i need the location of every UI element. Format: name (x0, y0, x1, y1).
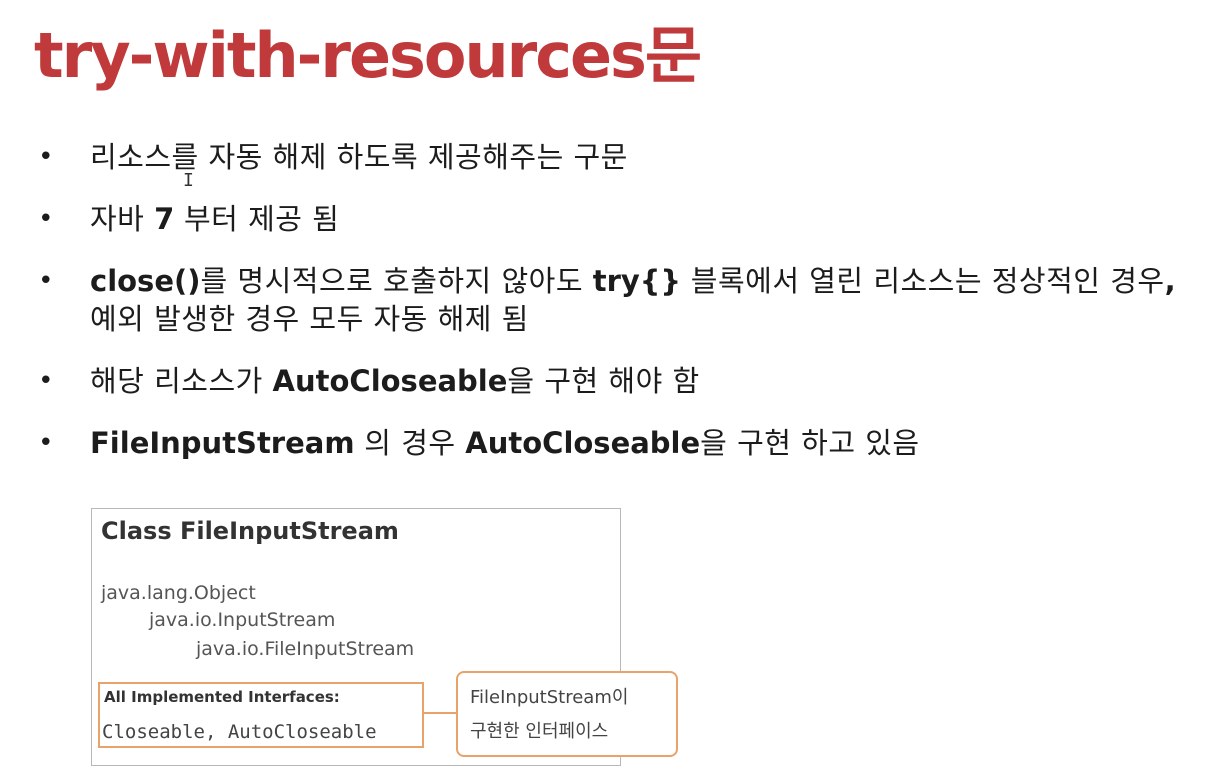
callout-line-2: 구현한 인터페이스 (470, 721, 609, 742)
bullet-item-1: • 리소스를 자동 해제 하도록 제공해주는 구문 (36, 138, 1196, 176)
class-heading: Class FileInputStream (101, 517, 399, 545)
bullet-dot: • (38, 428, 54, 458)
hierarchy-level-1: java.lang.Object (101, 582, 256, 604)
bullet-bold-text: close() (90, 264, 201, 298)
callout-connector (424, 712, 456, 714)
bullet-text: 해당 리소스가 (90, 364, 273, 398)
bullet-dot: • (38, 366, 54, 396)
bullet-bold-text: AutoCloseable (465, 426, 701, 460)
bullet-text: 를 명시적으로 호출하지 않아도 (200, 264, 593, 298)
bullet-text: 자바 (90, 202, 155, 236)
hierarchy-level-3: java.io.FileInputStream (196, 638, 415, 660)
bullet-text: 을 구현 해야 함 (507, 364, 700, 398)
bullet-bold-text: FileInputStream (90, 426, 355, 460)
interfaces-value: Closeable, AutoCloseable (102, 721, 377, 743)
slide-title: try-with-resources문 (34, 19, 702, 92)
bullet-bold-text: AutoCloseable (272, 364, 508, 398)
bullet-bold-text: , (1164, 264, 1176, 298)
bullet-text: 예외 발생한 경우 모두 자동 해제 됨 (90, 302, 529, 336)
bullet-item-4: • 해당 리소스가 AutoCloseable을 구현 해야 함 (36, 362, 1196, 400)
callout-line-1: FileInputStream이 (470, 687, 629, 708)
bullet-text: 을 구현 하고 있음 (700, 426, 920, 460)
bullet-dot: • (38, 142, 54, 172)
interfaces-label: All Implemented Interfaces: (104, 688, 340, 706)
bullet-bold-text: 7 (154, 202, 175, 236)
bullet-text: 리소스를 자동 해제 하도록 제공해주는 구문 (90, 140, 628, 174)
bullet-bold-text: try{} (592, 264, 682, 298)
bullet-dot: • (38, 204, 54, 234)
bullet-item-3: • close()를 명시적으로 호출하지 않아도 try{} 블록에서 열린 … (36, 262, 1196, 338)
callout-box: FileInputStream이 구현한 인터페이스 (456, 671, 678, 757)
implemented-interfaces-highlight: All Implemented Interfaces: Closeable, A… (98, 682, 424, 748)
hierarchy-level-2: java.io.InputStream (149, 609, 336, 631)
bullet-text: 블록에서 열린 리소스는 정상적인 경우 (681, 264, 1165, 298)
bullet-item-2: • 자바 7 부터 제공 됨 (36, 200, 1196, 238)
bullet-item-5: • FileInputStream 의 경우 AutoCloseable을 구현… (36, 424, 1196, 462)
bullet-text: 의 경우 (354, 426, 466, 460)
bullet-list: • 리소스를 자동 해제 하도록 제공해주는 구문 • 자바 7 부터 제공 됨… (36, 138, 1196, 462)
bullet-text: 부터 제공 됨 (174, 202, 340, 236)
bullet-dot: • (38, 266, 54, 296)
text-cursor-icon: I (183, 170, 194, 191)
